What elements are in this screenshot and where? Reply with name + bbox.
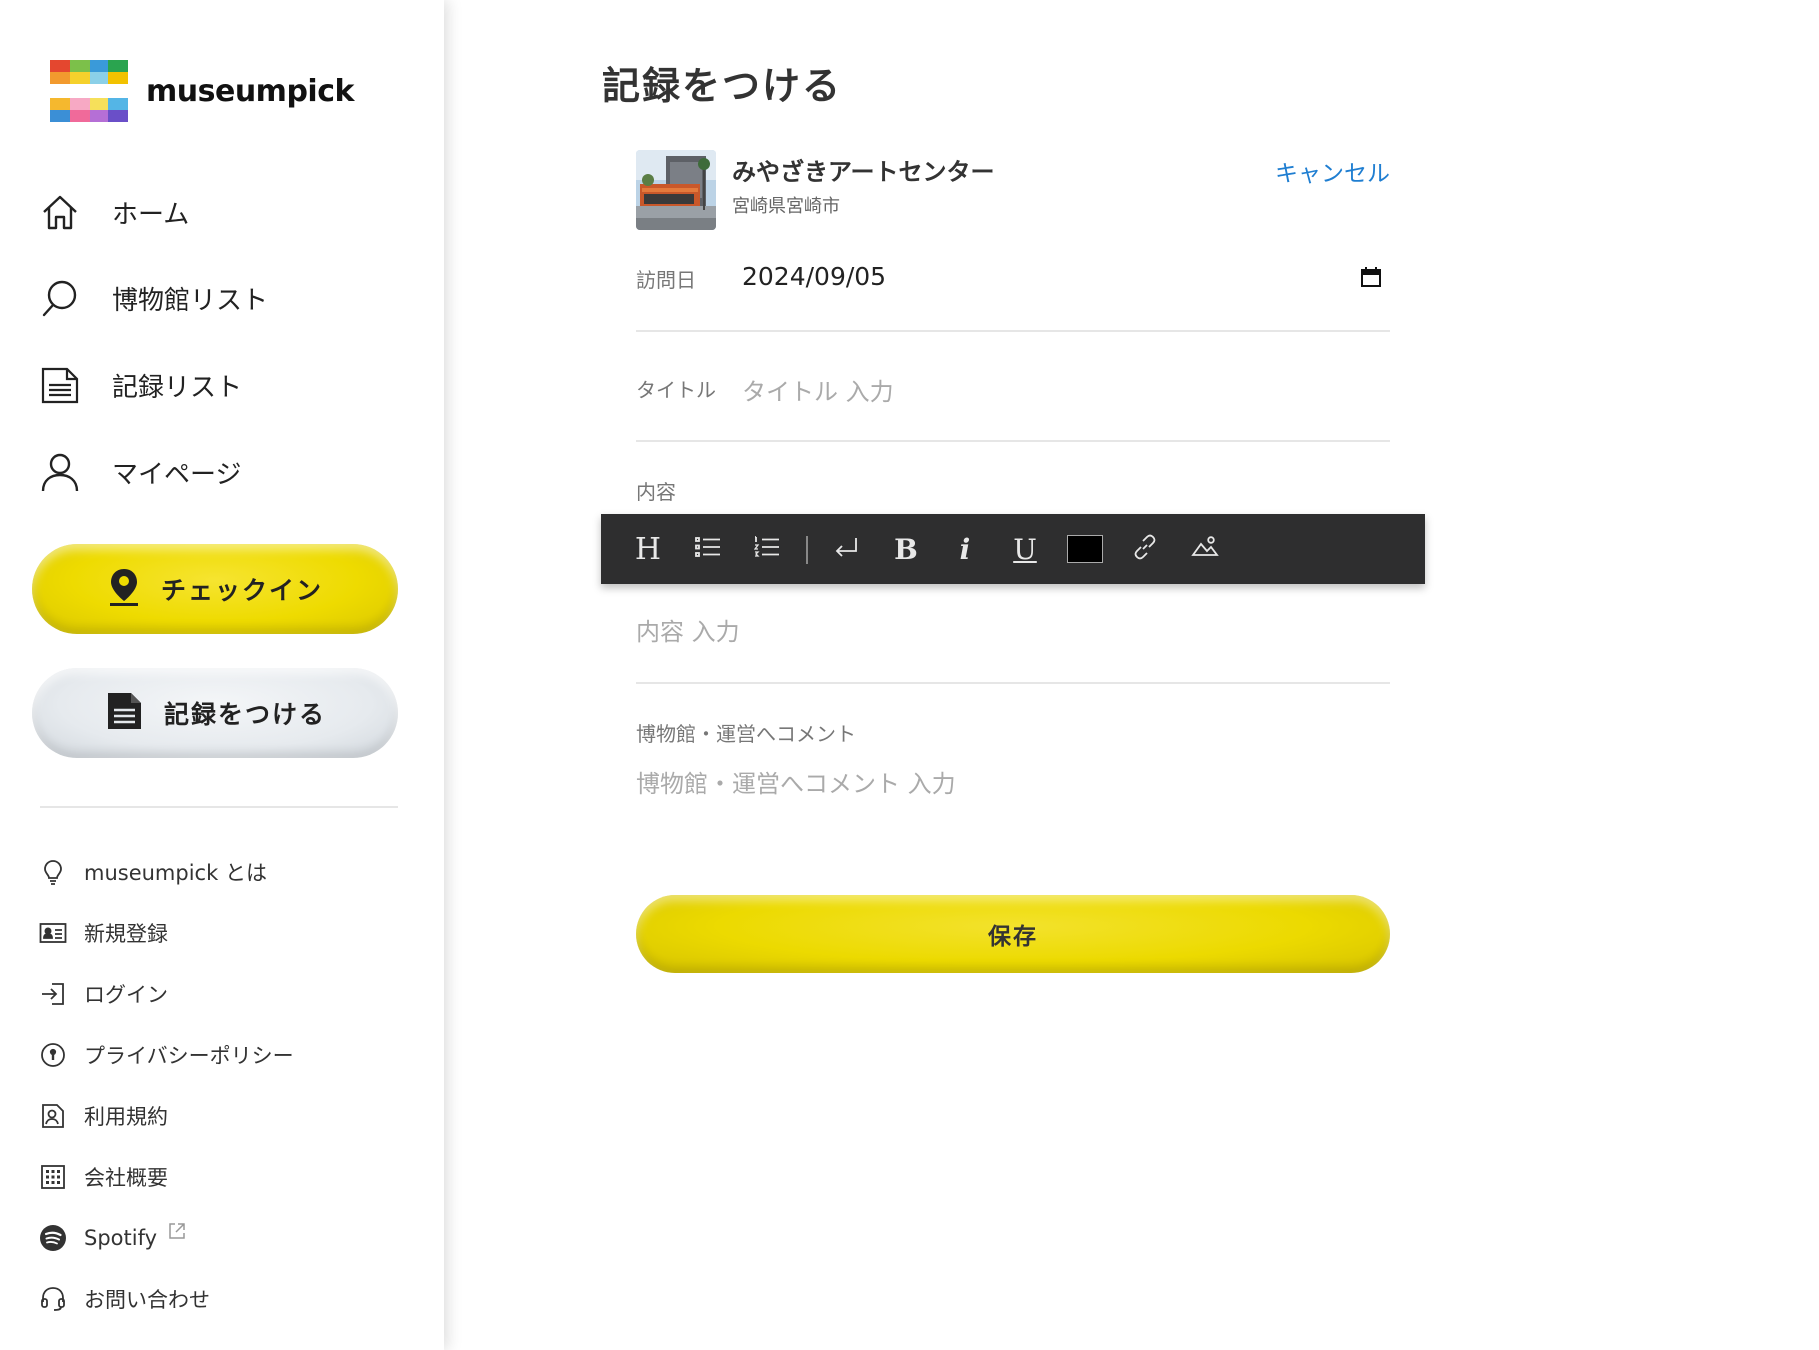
bold-icon: B <box>894 532 918 566</box>
sidebar: museumpick ホーム 博物館リスト 記録リスト マイページ チェックイン <box>0 0 444 1350</box>
link-button[interactable] <box>1122 526 1168 572</box>
sub-item-spotify[interactable]: Spotify <box>38 1218 187 1258</box>
login-icon <box>38 979 68 1009</box>
home-icon <box>38 190 82 234</box>
nav-item-record-list[interactable]: 記録リスト <box>38 355 242 415</box>
text-color-button[interactable] <box>1062 526 1108 572</box>
nav-item-label: ホーム <box>112 199 190 230</box>
user-icon <box>38 450 82 494</box>
sub-item-label: 利用規約 <box>84 1105 168 1129</box>
page-title: 記録をつける <box>602 64 843 108</box>
sub-item-about[interactable]: museumpick とは <box>38 852 267 892</box>
record-button[interactable]: 記録をつける <box>32 668 398 758</box>
external-link-icon <box>167 1221 187 1245</box>
calendar-icon[interactable] <box>1360 266 1382 292</box>
spotify-icon <box>38 1223 68 1253</box>
privacy-icon <box>38 1040 68 1070</box>
sub-item-label: museumpick とは <box>84 861 267 885</box>
building-icon <box>38 1162 68 1192</box>
document-filled-icon <box>104 691 144 735</box>
rich-text-toolbar: H B i U <box>601 514 1425 584</box>
museum-thumbnail <box>636 150 716 230</box>
save-button[interactable]: 保存 <box>636 895 1390 973</box>
content-input[interactable]: 内容 入力 <box>636 612 740 647</box>
nav-item-mypage[interactable]: マイページ <box>38 442 241 502</box>
sub-item-terms[interactable]: 利用規約 <box>38 1096 168 1136</box>
heading-button[interactable]: H <box>625 526 671 572</box>
sub-item-contact[interactable]: お問い合わせ <box>38 1279 210 1319</box>
italic-icon: i <box>959 532 971 566</box>
sub-item-label: 会社概要 <box>84 1166 168 1190</box>
nav-item-label: 博物館リスト <box>112 285 269 316</box>
sub-item-login[interactable]: ログイン <box>38 974 168 1014</box>
divider <box>636 682 1390 684</box>
divider <box>636 330 1390 332</box>
sub-item-company[interactable]: 会社概要 <box>38 1157 168 1197</box>
app-name: museumpick <box>146 73 354 109</box>
color-swatch-icon <box>1067 535 1103 563</box>
sub-item-signup[interactable]: 新規登録 <box>38 913 168 953</box>
toolbar-separator <box>806 536 808 564</box>
title-input[interactable]: タイトル 入力 <box>742 372 894 407</box>
link-icon <box>1132 534 1158 564</box>
id-card-icon <box>38 918 68 948</box>
bullet-list-icon <box>695 536 721 562</box>
headset-icon <box>38 1284 68 1314</box>
visit-date-label: 訪問日 <box>636 268 696 292</box>
numbered-list-icon <box>753 536 780 562</box>
checkin-label: チェックイン <box>160 576 323 605</box>
italic-button[interactable]: i <box>942 526 988 572</box>
location-pin-icon <box>107 567 141 611</box>
nav-item-label: 記録リスト <box>112 372 243 403</box>
museum-location: 宮崎県宮崎市 <box>732 196 840 217</box>
museum-name: みやざきアートセンター <box>732 158 995 186</box>
museumpick-logo-icon <box>50 60 128 122</box>
bold-button[interactable]: B <box>883 526 929 572</box>
sub-item-label: Spotify <box>84 1226 158 1250</box>
sub-item-label: ログイン <box>84 983 168 1007</box>
nav-item-home[interactable]: ホーム <box>38 182 189 242</box>
title-label: タイトル <box>636 378 716 402</box>
nav-item-label: マイページ <box>112 459 242 490</box>
save-label: 保存 <box>988 924 1038 950</box>
underline-icon: U <box>1013 532 1037 566</box>
document-icon <box>38 363 82 407</box>
sub-item-label: プライバシーポリシー <box>84 1044 294 1068</box>
image-button[interactable] <box>1182 526 1228 572</box>
sub-item-privacy[interactable]: プライバシーポリシー <box>38 1035 294 1075</box>
sidebar-divider <box>40 806 398 808</box>
line-break-button[interactable] <box>823 526 869 572</box>
cancel-link[interactable]: キャンセル <box>1275 154 1390 188</box>
terms-icon <box>38 1101 68 1131</box>
content-label: 内容 <box>636 480 676 504</box>
bullet-list-button[interactable] <box>685 526 731 572</box>
nav-item-museum-list[interactable]: 博物館リスト <box>38 268 268 328</box>
divider <box>636 440 1390 442</box>
record-label: 記録をつける <box>163 700 326 729</box>
comment-label: 博物館・運営へコメント <box>636 722 856 746</box>
museum-card: みやざきアートセンター 宮崎県宮崎市 キャンセル <box>636 150 1390 230</box>
visit-date-input[interactable]: 2024/09/05 <box>742 262 886 291</box>
checkin-button[interactable]: チェックイン <box>32 544 398 634</box>
search-icon <box>38 276 82 320</box>
comment-input[interactable]: 博物館・運営へコメント 入力 <box>636 764 956 799</box>
numbered-list-button[interactable] <box>744 526 790 572</box>
logo[interactable]: museumpick <box>50 60 354 122</box>
underline-button[interactable]: U <box>1002 526 1048 572</box>
heading-icon: H <box>634 531 662 567</box>
lightbulb-icon <box>38 857 68 887</box>
sub-item-label: 新規登録 <box>84 922 168 946</box>
line-break-icon <box>833 536 859 562</box>
sub-item-label: お問い合わせ <box>84 1288 210 1312</box>
image-icon <box>1191 535 1219 563</box>
